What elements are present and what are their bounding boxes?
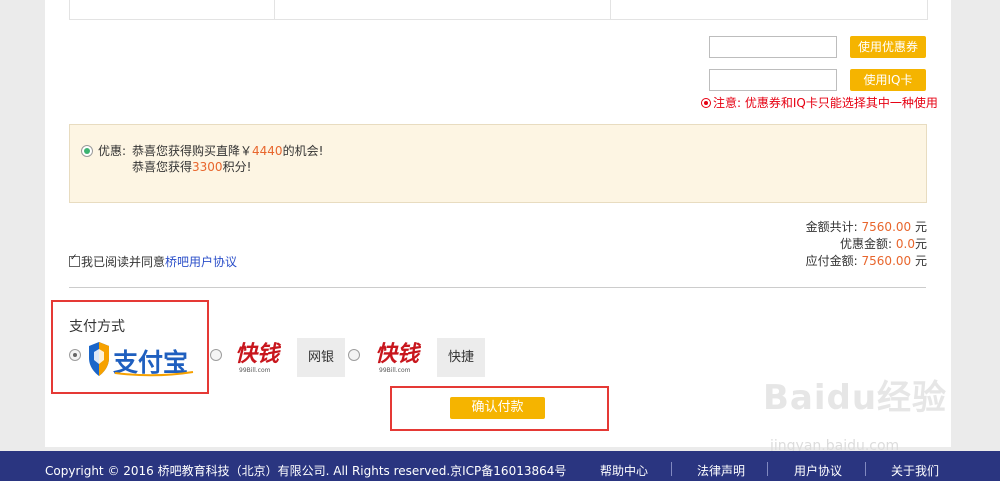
discount-amount: 4440 <box>252 144 283 158</box>
alipay-logo[interactable]: 支付宝 <box>85 340 205 378</box>
footer-copyright: Copyright © 2016 桥吧教育科技（北京）有限公司. All Rig… <box>45 464 567 478</box>
footer-separator <box>671 462 672 476</box>
quickpay-button[interactable]: 快捷 <box>437 338 485 377</box>
agreement-checkbox[interactable] <box>69 253 80 267</box>
confirm-payment-button[interactable]: 确认付款 <box>450 397 545 419</box>
footer-link-legal[interactable]: 法律声明 <box>697 462 745 479</box>
promo-label: 优惠: <box>98 144 127 158</box>
use-coupon-button[interactable]: 使用优惠券 <box>850 36 926 58</box>
divider <box>69 287 926 288</box>
iqcard-code-input[interactable] <box>709 69 837 91</box>
alipay-radio[interactable] <box>69 349 81 361</box>
promo-line-2: 恭喜您获得3300积分! <box>132 160 252 174</box>
netbank-radio[interactable] <box>210 349 222 361</box>
kuaiqian-sub: 99Bill.com <box>239 367 271 374</box>
watermark-brand: Baidu经验 <box>763 378 948 418</box>
promo-line-1: 恭喜您获得购买直降￥4440的机会! <box>132 144 324 158</box>
total-row: 金额共计: 7560.00 元 <box>805 220 927 234</box>
promo-radio-icon <box>81 145 93 157</box>
footer: Copyright © 2016 桥吧教育科技（北京）有限公司. All Rig… <box>0 451 1000 481</box>
notice-text: 注意: 优惠券和IQ卡只能选择其中一种使用 <box>713 96 938 110</box>
footer-separator <box>767 462 768 476</box>
coupon-notice: 注意: 优惠券和IQ卡只能选择其中一种使用 <box>701 94 938 111</box>
quickpay-radio[interactable] <box>348 349 360 361</box>
agreement: 我已阅读并同意桥吧用户协议 <box>69 253 237 270</box>
promotion-box: 优惠: 恭喜您获得购买直降￥4440的机会! 恭喜您获得3300积分! <box>69 124 927 203</box>
use-iqcard-button[interactable]: 使用IQ卡 <box>850 69 926 91</box>
user-agreement-link[interactable]: 桥吧用户协议 <box>165 255 237 269</box>
discount-value: 0.0 <box>895 237 915 251</box>
order-totals: 金额共计: 7560.00 元 优惠金额: 0.0元 应付金额: 7560.00… <box>806 219 927 270</box>
points-amount: 3300 <box>192 160 223 174</box>
agreement-text: 我已阅读并同意 <box>81 255 166 269</box>
discount-row: 优惠金额: 0.0元 <box>840 237 927 251</box>
payable-row: 应付金额: 7560.00 元 <box>805 254 927 268</box>
table-divider <box>610 0 611 19</box>
total-value: 7560.00 <box>861 220 912 234</box>
netbank-button[interactable]: 网银 <box>297 338 345 377</box>
footer-link-about[interactable]: 关于我们 <box>891 462 939 479</box>
kuaiqian-text: 快钱 <box>375 341 422 367</box>
payment-method-title: 支付方式 <box>69 319 125 335</box>
order-table-bottom <box>69 0 928 20</box>
footer-link-help[interactable]: 帮助中心 <box>600 462 648 479</box>
kuaiqian-logo-netbank: 快钱 99Bill.com <box>235 341 282 374</box>
warning-icon <box>701 98 711 108</box>
coupon-code-input[interactable] <box>709 36 837 58</box>
kuaiqian-text: 快钱 <box>235 341 282 367</box>
kuaiqian-logo-quick: 快钱 99Bill.com <box>375 341 422 374</box>
kuaiqian-sub: 99Bill.com <box>379 367 411 374</box>
footer-separator <box>865 462 866 476</box>
payable-value: 7560.00 <box>861 254 912 268</box>
alipay-text: 支付宝 <box>113 348 188 377</box>
footer-link-agreement[interactable]: 用户协议 <box>794 462 842 479</box>
table-divider <box>274 0 275 19</box>
